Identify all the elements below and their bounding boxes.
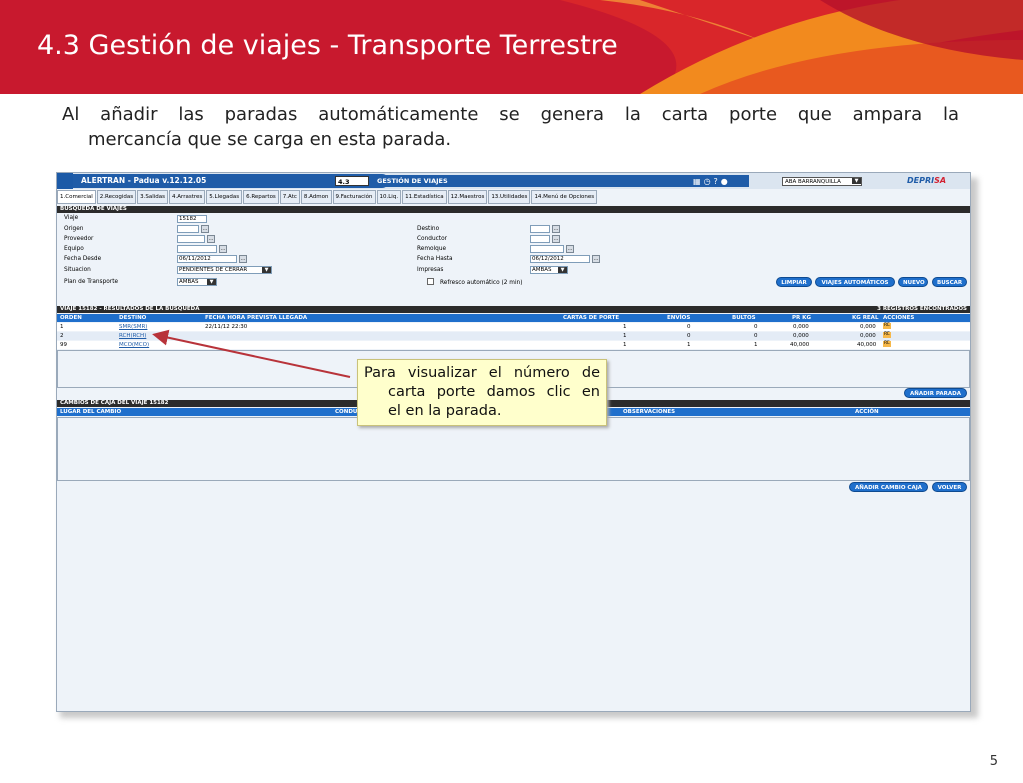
callout-line-2: carta porte damos clic en	[388, 384, 600, 400]
callout-line-1: Para visualizar el número de	[364, 365, 600, 381]
callout-line-3: el en la parada.	[388, 403, 502, 419]
callout-note: Para visualizar el número de carta porte…	[357, 359, 607, 426]
page-number: 5	[989, 754, 998, 769]
